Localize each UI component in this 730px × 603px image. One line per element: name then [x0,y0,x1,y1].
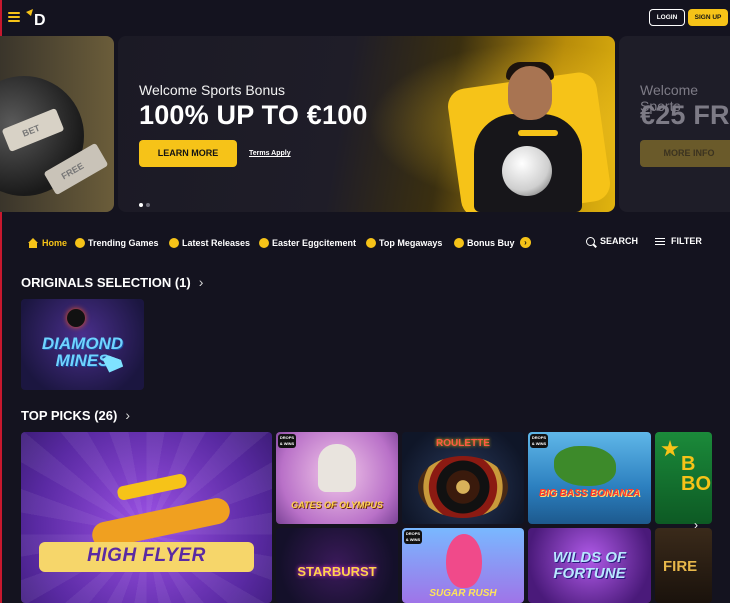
game-tile-partial[interactable]: B BON [655,432,712,524]
game-title: HIGH FLYER [87,545,206,566]
game-tile-starburst[interactable]: STARBURST [276,528,398,603]
originals-section-title[interactable]: ORIGINALS SELECTION (1) › [21,274,203,290]
bomb-icon [67,309,85,327]
candy-egg-image [446,534,482,588]
terms-apply-link[interactable]: Terms Apply [249,150,291,157]
game-tile-partial-2[interactable]: FIRE [655,528,712,603]
game-tile-diamond-mines[interactable]: DIAMOND MINES [21,299,144,390]
brand-logo[interactable]: D [24,8,50,29]
star-icon [75,238,85,248]
learn-more-button[interactable]: LEARN MORE [139,140,237,167]
game-title: WILDS OF FORTUNE [552,549,627,582]
svg-text:D: D [34,12,46,28]
game-tile-big-bass-bonanza[interactable]: DROPS & WINS BIG BASS BONANZA [528,432,651,524]
search-icon [586,236,595,246]
home-icon [27,238,39,248]
nav-item-label: Latest Releases [182,238,251,248]
carousel-dot-1[interactable] [139,203,143,207]
carousel-dot-2[interactable] [146,203,150,207]
zeus-image [318,444,356,492]
hero-slide-active[interactable]: Welcome Sports Bonus 100% UP TO €100 LEA… [118,36,615,212]
hero-headline: 100% UP TO €100 [139,100,368,130]
search-label: SEARCH [600,236,639,246]
filter-icon [655,237,665,246]
drops-wins-badge: DROPS & WINS [404,530,422,544]
game-title: GATES OF OLYMPUS [291,500,383,510]
category-nav: Home Trending Games Latest Releases East… [0,230,730,256]
hero-slide-previous[interactable]: BET FREE [0,36,114,212]
next-slide-headline: €25 FRE [640,100,730,130]
nav-item-bonus-buy[interactable]: Bonus Buy [454,236,515,250]
nav-item-latest-releases[interactable]: Latest Releases [169,236,250,250]
more-info-button[interactable]: MORE INFO [640,140,730,167]
top-header: D LOGIN SIGN UP [0,0,730,36]
hero-subtitle: Welcome Sports Bonus [139,82,286,98]
filter-label: FILTER [671,236,702,246]
nav-item-label: Bonus Buy [467,238,515,248]
hamburger-menu-icon[interactable] [8,12,20,22]
search-button[interactable]: SEARCH [586,236,638,246]
fish-image [554,446,616,486]
nav-scroll-right-button[interactable]: › [520,237,531,248]
jersey-stripe [518,130,558,136]
login-button[interactable]: LOGIN [649,9,685,26]
drops-wins-badge: DROPS & WINS [530,434,548,448]
hero-carousel: BET FREE Welcome Sports Bonus 100% UP TO… [0,36,730,212]
nav-item-trending-games[interactable]: Trending Games [75,236,159,250]
signup-button[interactable]: SIGN UP [688,9,728,26]
smiley-icon [366,238,376,248]
nav-item-easter-eggcitement[interactable]: Easter Eggcitement [259,236,356,250]
game-title: FIRE [663,558,698,575]
game-tile-high-flyer[interactable]: HIGH FLYER [21,432,272,603]
game-title: ROULETTE [436,438,490,449]
section-title-text: ORIGINALS SELECTION (1) [21,274,191,290]
game-title: STARBURST [297,564,377,579]
nav-item-top-megaways[interactable]: Top Megaways [366,236,442,250]
hero-slide-next[interactable]: Welcome Sports €25 FRE MORE INFO [619,36,730,212]
roulette-wheel-image [418,456,508,518]
game-title: SUGAR RUSH [429,588,497,599]
nav-item-label: Home [42,238,68,248]
star-icon [661,440,679,457]
nav-item-label: Trending Games [88,238,159,248]
chevron-right-icon: › [125,407,130,423]
rocket-icon [169,238,179,248]
game-title: BIG BASS BONANZA [538,488,641,499]
football-image [502,146,552,196]
nav-item-label: Easter Eggcitement [272,238,357,248]
filter-button[interactable]: FILTER [655,236,702,246]
player-head [508,66,552,120]
egg-icon [259,238,269,248]
top-picks-section-title[interactable]: TOP PICKS (26) › [21,407,130,423]
game-tile-sugar-rush[interactable]: DROPS & WINS SUGAR RUSH [402,528,524,603]
game-tile-wilds-of-fortune[interactable]: WILDS OF FORTUNE [528,528,651,603]
drops-wins-badge: DROPS & WINS [278,434,296,448]
nav-item-label: Top Megaways [379,238,443,248]
game-title: DIAMOND MINES [41,334,124,370]
carousel-dots [139,194,153,212]
coin-icon [454,238,464,248]
chevron-right-icon: › [198,274,204,290]
game-tile-gates-of-olympus[interactable]: DROPS & WINS GATES OF OLYMPUS [276,432,398,524]
section-title-text: TOP PICKS (26) [21,407,118,423]
game-title: B BON [681,453,712,495]
nav-item-home[interactable]: Home [27,236,67,250]
game-tile-roulette[interactable]: ROULETTE [402,432,524,524]
